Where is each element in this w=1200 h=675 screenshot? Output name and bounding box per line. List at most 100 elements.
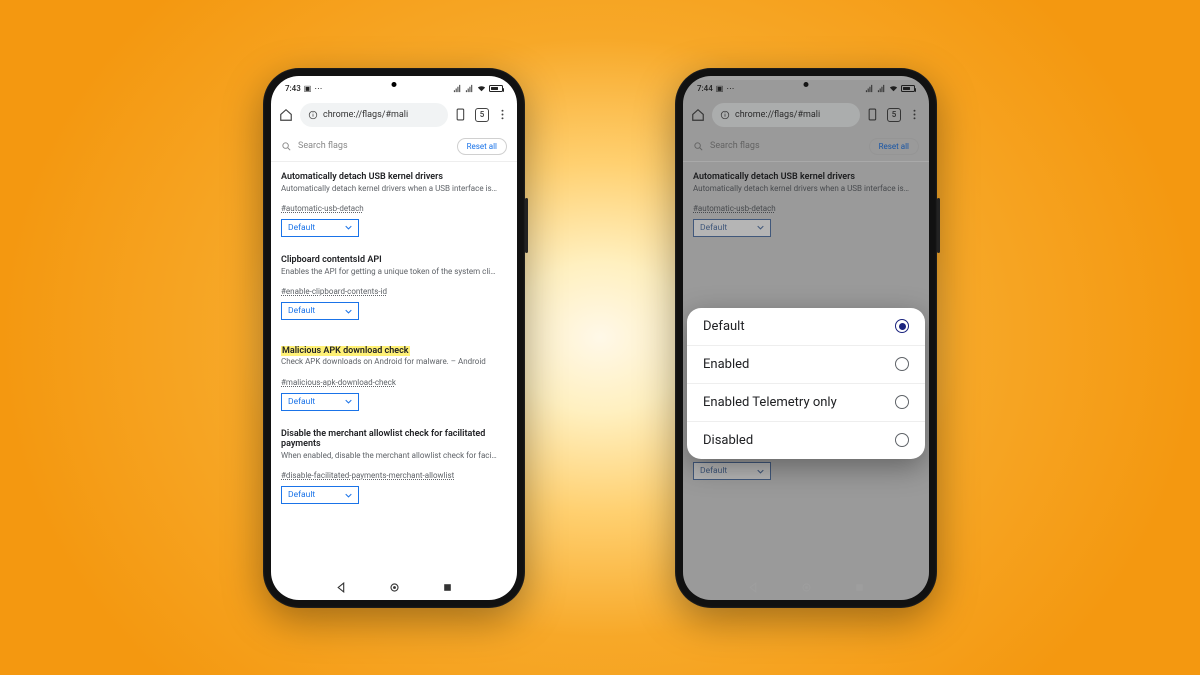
status-time: 7:43 <box>285 84 301 93</box>
chevron-down-icon <box>345 492 352 499</box>
search-icon <box>281 141 292 152</box>
home-icon[interactable] <box>691 108 705 122</box>
option-label: Enabled <box>703 357 749 372</box>
back-icon[interactable] <box>748 582 759 593</box>
flags-search-bar: Search flags Reset all <box>271 132 517 162</box>
radio-selected-icon <box>895 319 909 333</box>
recents-icon[interactable] <box>442 582 453 593</box>
flag-description: Enables the API for getting a unique tok… <box>281 267 507 277</box>
url-text: chrome://flags/#mali <box>323 110 408 120</box>
chevron-down-icon <box>345 398 352 405</box>
flag-description: When enabled, disable the merchant allow… <box>281 451 507 461</box>
android-nav-bar <box>271 576 517 600</box>
option-label: Default <box>703 319 745 334</box>
android-nav-bar <box>683 576 929 600</box>
flag-title: Clipboard contentsId API <box>281 255 507 265</box>
flag-item: Automatically detach USB kernel drivers … <box>693 162 919 245</box>
tab-switcher[interactable]: 5 <box>475 108 489 122</box>
flag-dropdown[interactable]: Default <box>281 393 359 411</box>
flag-item: Clipboard contentsId API Enables the API… <box>281 245 507 328</box>
menu-icon[interactable] <box>496 108 509 121</box>
back-icon[interactable] <box>336 582 347 593</box>
flags-list[interactable]: Automatically detach USB kernel drivers … <box>271 162 517 576</box>
chevron-down-icon <box>345 224 352 231</box>
flag-item: Automatically detach USB kernel drivers … <box>281 162 507 245</box>
flag-title: Disable the merchant allowlist check for… <box>281 429 507 449</box>
signal-icon <box>465 84 474 93</box>
flag-title-highlighted: Malicious APK download check <box>281 346 410 356</box>
flag-item: Disable the merchant allowlist check for… <box>281 419 507 512</box>
info-icon <box>720 110 730 120</box>
search-input[interactable]: Search flags <box>693 141 861 152</box>
flag-description: Automatically detach kernel drivers when… <box>693 184 919 194</box>
flag-options-popup: Default Enabled Enabled Telemetry only D… <box>687 308 925 459</box>
flag-hash[interactable]: #enable-clipboard-contents-id <box>281 287 387 296</box>
url-text: chrome://flags/#mali <box>735 110 820 120</box>
status-more: ⋯ <box>726 84 734 93</box>
status-time: 7:44 <box>697 84 713 93</box>
option-label: Enabled Telemetry only <box>703 395 837 410</box>
translate-icon[interactable] <box>867 108 880 121</box>
phone-right: 7:44 ▣ ⋯ chrome://flags/#mali 5 <box>675 68 937 608</box>
flag-dropdown[interactable]: Default <box>281 219 359 237</box>
option-disabled[interactable]: Disabled <box>687 422 925 459</box>
radio-icon <box>895 395 909 409</box>
flag-description: Check APK downloads on Android for malwa… <box>281 357 507 367</box>
phone-left: 7:43 ▣ ⋯ chrome://flags/#mali 5 <box>263 68 525 608</box>
flag-dropdown: Default <box>693 219 771 237</box>
status-more: ⋯ <box>314 84 322 93</box>
signal-icon <box>453 84 462 93</box>
wifi-icon <box>889 84 898 93</box>
home-icon[interactable] <box>279 108 293 122</box>
screen: 7:44 ▣ ⋯ chrome://flags/#mali 5 <box>683 76 929 600</box>
option-enabled[interactable]: Enabled <box>687 346 925 384</box>
flag-hash[interactable]: #disable-facilitated-payments-merchant-a… <box>281 471 454 480</box>
reset-all-button[interactable]: Reset all <box>869 138 919 155</box>
flags-search-bar: Search flags Reset all <box>683 132 929 162</box>
url-field[interactable]: chrome://flags/#mali <box>300 103 448 127</box>
flag-title: Automatically detach USB kernel drivers <box>693 172 919 182</box>
search-placeholder: Search flags <box>298 141 348 151</box>
search-icon <box>693 141 704 152</box>
flag-hash: #automatic-usb-detach <box>693 204 776 213</box>
reset-all-button[interactable]: Reset all <box>457 138 507 155</box>
option-label: Disabled <box>703 433 753 448</box>
battery-icon <box>489 85 503 92</box>
flag-dropdown[interactable]: Default <box>281 302 359 320</box>
tab-switcher[interactable]: 5 <box>887 108 901 122</box>
screen: 7:43 ▣ ⋯ chrome://flags/#mali 5 <box>271 76 517 600</box>
search-input[interactable]: Search flags <box>281 141 449 152</box>
chevron-down-icon <box>345 308 352 315</box>
flag-dropdown[interactable]: Default <box>281 486 359 504</box>
signal-icon <box>877 84 886 93</box>
battery-icon <box>901 85 915 92</box>
flag-dropdown: Default <box>693 462 771 480</box>
radio-icon <box>895 433 909 447</box>
chevron-down-icon <box>757 224 764 231</box>
flag-description: Automatically detach kernel drivers when… <box>281 184 507 194</box>
flag-item: Malicious APK download check Check APK d… <box>281 328 507 418</box>
browser-toolbar: chrome://flags/#mali 5 <box>683 98 929 132</box>
status-bar: 7:44 ▣ ⋯ <box>683 80 929 98</box>
menu-icon[interactable] <box>908 108 921 121</box>
option-default[interactable]: Default <box>687 308 925 346</box>
status-app-icon: ▣ <box>304 84 312 93</box>
flag-title: Automatically detach USB kernel drivers <box>281 172 507 182</box>
url-field[interactable]: chrome://flags/#mali <box>712 103 860 127</box>
chevron-down-icon <box>757 468 764 475</box>
radio-icon <box>895 357 909 371</box>
translate-icon[interactable] <box>455 108 468 121</box>
status-app-icon: ▣ <box>716 84 724 93</box>
camera-notch <box>392 82 397 87</box>
search-placeholder: Search flags <box>710 141 760 151</box>
home-nav-icon[interactable] <box>801 582 812 593</box>
option-enabled-telemetry[interactable]: Enabled Telemetry only <box>687 384 925 422</box>
recents-icon[interactable] <box>854 582 865 593</box>
home-nav-icon[interactable] <box>389 582 400 593</box>
wifi-icon <box>477 84 486 93</box>
signal-icon <box>865 84 874 93</box>
browser-toolbar: chrome://flags/#mali 5 <box>271 98 517 132</box>
flag-hash[interactable]: #automatic-usb-detach <box>281 204 364 213</box>
info-icon <box>308 110 318 120</box>
flag-hash[interactable]: #malicious-apk-download-check <box>281 378 396 387</box>
